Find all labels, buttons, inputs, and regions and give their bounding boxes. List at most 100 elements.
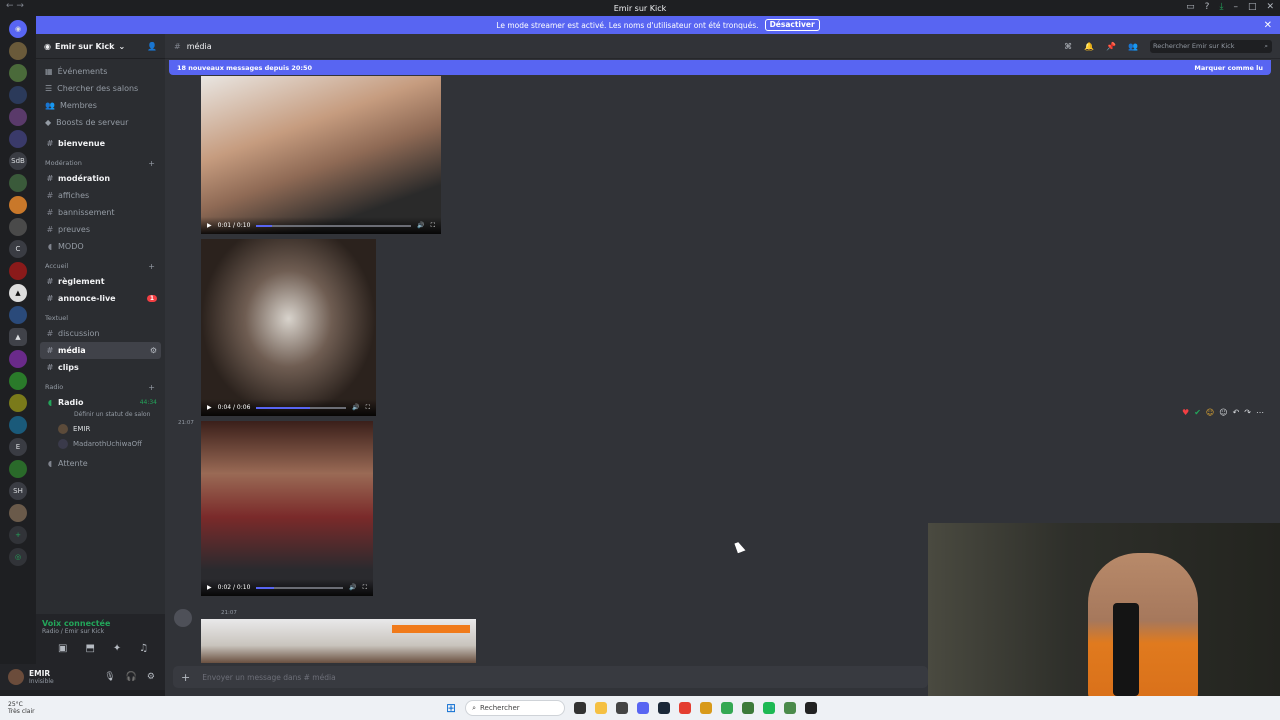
category-radio[interactable]: Radio + [36,380,165,394]
channel-media[interactable]: # média ⚙ [40,342,161,359]
server-icon[interactable] [9,64,27,82]
reply-icon[interactable]: ↶ [1233,408,1240,417]
nav-boosts[interactable]: ◆ Boosts de serveur [36,114,165,131]
message-composer[interactable]: + Envoyer un message dans # média [173,666,928,688]
channel-preuves[interactable]: # preuves [40,221,161,238]
members-list-icon[interactable]: 👥 [1128,42,1138,51]
avatar[interactable] [8,669,24,685]
volume-icon[interactable]: 🔊 [417,222,424,229]
avatar[interactable] [174,609,192,627]
camera-icon[interactable]: ▣ [58,643,67,654]
channel-modo[interactable]: ◖ MODO [40,238,161,255]
server-icon[interactable] [9,504,27,522]
channel-clips[interactable]: # clips [40,359,161,376]
channel-radio[interactable]: ◖ Radio 44:34 [40,394,161,411]
search-input[interactable]: Rechercher Emir sur Kick ⌕ [1150,39,1272,53]
nav-members[interactable]: 👥 Membres [36,97,165,114]
video-attachment[interactable]: ▶ 0:02 / 0:10 🔊 ⛶ [201,421,373,596]
mic-icon[interactable]: 🎙 [104,672,115,682]
nav-events[interactable]: ▦ Événements [36,63,165,80]
fullscreen-icon[interactable]: ⛶ [431,222,435,230]
more-icon[interactable]: ⋯ [1256,408,1264,417]
chrome-icon[interactable] [721,702,734,714]
banner-close-icon[interactable]: ✕ [1264,20,1272,31]
channel-attente[interactable]: ◖ Attente [40,455,161,472]
app-icon[interactable] [679,702,692,714]
add-reaction-icon[interactable]: ☺ [1219,408,1227,417]
category-textuel[interactable]: Textuel [36,311,165,325]
play-icon[interactable]: ▶ [207,404,212,411]
channel-discussion[interactable]: # discussion [40,325,161,342]
video-attachment[interactable]: ▶ 0:01 / 0:10 🔊 ⛶ [201,76,441,234]
channel-moderation[interactable]: # modération [40,170,161,187]
channel-reglement[interactable]: # règlement [40,273,161,290]
server-icon[interactable]: ▲ [9,284,27,302]
discord-icon[interactable] [637,702,650,714]
minimize-icon[interactable]: – [1233,2,1238,12]
category-moderation[interactable]: Modération + [36,156,165,170]
activity-icon[interactable]: ✦ [113,643,121,654]
maximize-icon[interactable]: □ [1248,2,1257,12]
server-icon[interactable] [9,350,27,368]
inbox-icon[interactable]: ▭ [1186,2,1195,12]
gear-icon[interactable]: ⚙ [147,672,155,682]
add-channel-icon[interactable]: + [148,262,155,271]
settings-icon[interactable]: ⚙ [150,346,157,355]
task-view-icon[interactable] [574,702,587,714]
play-icon[interactable]: ▶ [207,584,212,591]
screen-share-icon[interactable]: ⬒ [85,643,94,654]
server-icon[interactable] [9,372,27,390]
channel-status[interactable]: Définir un statut de salon [36,411,165,421]
server-icon[interactable] [9,394,27,412]
soundboard-icon[interactable]: ♫ [139,643,148,654]
play-icon[interactable]: ▶ [207,222,212,229]
add-server-icon[interactable]: + [9,526,27,544]
channel-bienvenue[interactable]: # bienvenue [40,135,161,152]
server-icon[interactable] [9,416,27,434]
mark-as-read-button[interactable]: Marquer comme lu [1194,64,1263,72]
voice-user[interactable]: EMIR [36,421,165,436]
channel-affiches[interactable]: # affiches [40,187,161,204]
volume-icon[interactable]: 🔊 [349,584,356,591]
video-progress[interactable] [256,406,347,409]
category-accueil[interactable]: Accueil + [36,259,165,273]
add-member-icon[interactable]: 👤 [147,42,157,51]
voice-channel[interactable]: Radio / Emir sur Kick [42,628,159,635]
server-c[interactable]: C [9,240,27,258]
channel-annonce-live[interactable]: # annonce-live 1 [40,290,161,307]
help-icon[interactable]: ? [1205,2,1210,12]
new-messages-bar[interactable]: 18 nouveaux messages depuis 20:50 Marque… [169,60,1271,75]
discover-icon[interactable]: ◎ [9,548,27,566]
app-icon[interactable] [784,702,797,714]
download-icon[interactable]: ⤓ [1219,2,1223,12]
check-reaction-icon[interactable]: ✔ [1194,408,1201,417]
voice-status[interactable]: Voix connectée [42,619,159,628]
spotify-icon[interactable] [763,702,776,714]
disable-streamer-button[interactable]: Désactiver [764,19,820,31]
server-icon[interactable] [9,108,27,126]
video-attachment[interactable] [201,619,476,663]
pin-icon[interactable]: 📌 [1106,42,1116,51]
video-attachment[interactable]: ▶ 0:04 / 0:06 🔊 ⛶ [201,239,376,416]
server-sdb[interactable]: SdB [9,152,27,170]
fullscreen-icon[interactable]: ⛶ [366,404,370,412]
voice-user[interactable]: MadarothUchiwaOff [36,436,165,451]
add-channel-icon[interactable]: + [148,159,155,168]
app-icon[interactable] [742,702,755,714]
volume-icon[interactable]: 🔊 [352,404,359,411]
file-explorer-icon[interactable] [595,702,608,714]
bell-icon[interactable]: 🔔 [1084,42,1094,51]
server-sh[interactable]: SH [9,482,27,500]
home-icon[interactable]: ◉ [9,20,27,38]
back-arrow-icon[interactable]: ← → [6,1,24,11]
server-icon[interactable] [9,86,27,104]
server-header[interactable]: ◉ Emir sur Kick ⌄ 👤 [36,34,165,59]
heart-reaction-icon[interactable]: ♥ [1182,408,1189,417]
add-channel-icon[interactable]: + [148,383,155,392]
add-attachment-icon[interactable]: + [181,671,190,684]
video-progress[interactable] [256,224,412,227]
server-icon[interactable] [9,262,27,280]
server-icon[interactable] [9,460,27,478]
steam-icon[interactable] [658,702,671,714]
server-icon[interactable] [9,306,27,324]
